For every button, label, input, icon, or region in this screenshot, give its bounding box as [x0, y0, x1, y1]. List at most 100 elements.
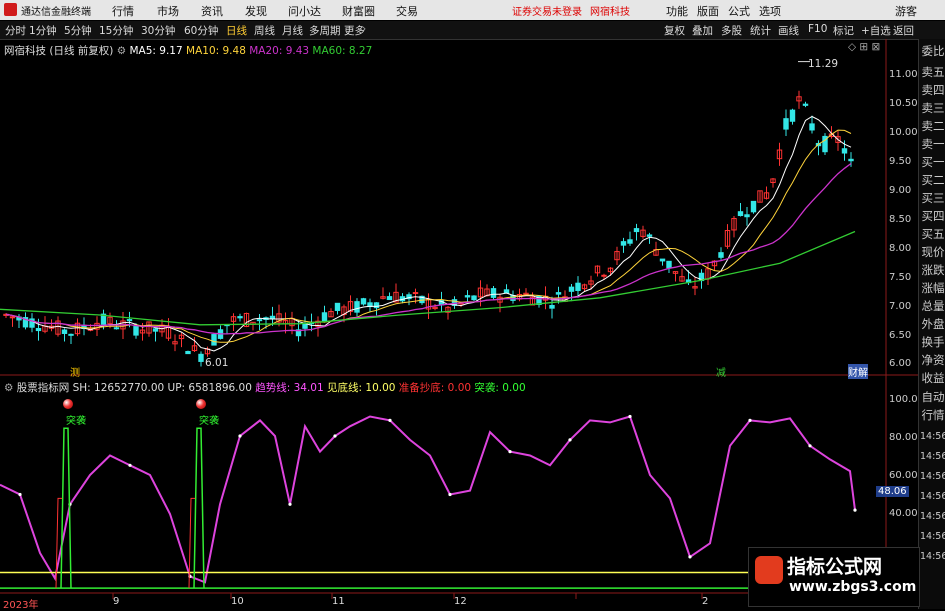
xaxis-label: 12	[454, 596, 467, 607]
menu-item-market[interactable]: 市场	[157, 3, 179, 19]
menu-item-ask[interactable]: 问小达	[288, 3, 321, 19]
rp-item: 买四	[921, 209, 945, 223]
menu-item-discover[interactable]: 发现	[245, 3, 267, 19]
rp-time: 14:56	[920, 451, 945, 462]
menu-item-quotes[interactable]: 行情	[112, 3, 134, 19]
trend-point	[333, 434, 337, 438]
trend-point	[748, 418, 752, 422]
yaxis-label: 10.50	[889, 98, 918, 109]
trend-point	[388, 418, 392, 422]
period-tick[interactable]: 分时	[5, 23, 26, 38]
period-60min[interactable]: 60分钟	[184, 23, 218, 38]
yaxis-label: 6.50	[889, 330, 912, 341]
period-monthly[interactable]: 月线	[282, 23, 303, 38]
event-marker-right[interactable]: 财解	[848, 364, 868, 379]
trend-point	[448, 492, 452, 497]
watermark-url: www.zbgs3.com	[789, 579, 917, 595]
period-5min[interactable]: 5分钟	[64, 23, 92, 38]
rp-item: 买二	[921, 173, 945, 187]
app-logo-icon	[4, 3, 17, 16]
candle-body	[412, 292, 419, 295]
period-1min[interactable]: 1分钟	[29, 23, 57, 38]
stock-chart[interactable]	[0, 39, 918, 609]
candle-body	[666, 260, 672, 269]
xaxis-label: 10	[231, 596, 244, 607]
candle-body	[750, 200, 757, 213]
signal-ball-icon	[196, 399, 206, 409]
candle-body	[198, 353, 204, 362]
tool-adjust[interactable]: 复权	[664, 23, 685, 38]
tool-overlay[interactable]: 叠加	[692, 23, 713, 38]
tool-multi[interactable]: 多股	[721, 23, 742, 38]
moving-average-lines	[0, 61, 856, 352]
rp-item: 卖一	[921, 137, 945, 151]
candle-body	[35, 328, 42, 332]
period-daily[interactable]: 日线	[226, 23, 247, 38]
rp-item: 买一	[921, 155, 945, 169]
rp-time: 14:56	[920, 531, 945, 542]
period-30min[interactable]: 30分钟	[141, 23, 175, 38]
candle-body	[809, 123, 815, 131]
candle-body	[386, 296, 393, 301]
candle-body	[737, 211, 744, 217]
candle-body	[302, 323, 308, 329]
event-marker-left[interactable]: 测	[70, 364, 80, 379]
menu-options[interactable]: 选项	[759, 3, 781, 19]
trend-point	[128, 463, 132, 467]
trend-point	[568, 438, 572, 442]
candle-body	[471, 295, 477, 301]
rp-item: 买五	[921, 227, 945, 241]
more-arrow-icon[interactable]: ›	[362, 23, 366, 35]
rp-item: 买三	[921, 191, 945, 205]
rp-time: 14:56	[920, 491, 945, 502]
candle-body	[783, 118, 789, 130]
yaxis-label: 6.00	[889, 358, 912, 369]
candle-body	[354, 301, 360, 313]
candle-body	[789, 109, 796, 122]
rp-item: 现价	[921, 245, 945, 259]
event-marker-mid[interactable]: 减	[716, 364, 726, 379]
tool-f10[interactable]: F10	[808, 23, 827, 35]
rp-item[interactable]: 行情	[920, 407, 945, 423]
period-multi[interactable]: 多周期	[309, 23, 341, 38]
candle-body	[627, 239, 633, 244]
menu-item-trade[interactable]: 交易	[396, 3, 418, 19]
rp-item: 换手	[921, 335, 945, 349]
ind-yaxis-label: 80.00	[889, 432, 918, 443]
low-price-label: 6.01	[205, 357, 229, 369]
menu-item-news[interactable]: 资讯	[201, 3, 223, 19]
menu-layout[interactable]: 版面	[697, 3, 719, 19]
menu-function[interactable]: 功能	[666, 3, 688, 19]
tool-add-fav[interactable]: +自选	[861, 23, 891, 38]
tool-back[interactable]: 返回	[893, 23, 914, 38]
trend-point	[18, 492, 22, 497]
candle-body	[490, 288, 497, 298]
tool-stats[interactable]: 统计	[750, 23, 771, 38]
candle-body	[211, 334, 217, 346]
ind-yaxis-label: 40.00	[889, 508, 918, 519]
candle-body	[61, 329, 68, 334]
rp-item: 收益	[921, 371, 945, 385]
signal-spike	[193, 427, 205, 589]
period-15min[interactable]: 15分钟	[99, 23, 133, 38]
candle-body	[549, 305, 555, 309]
candle-body	[659, 258, 666, 262]
login-status[interactable]: 证券交易未登录	[512, 3, 582, 18]
axis-ticks	[112, 593, 703, 599]
candle-body	[334, 302, 341, 311]
period-weekly[interactable]: 周线	[254, 23, 275, 38]
candle-body	[185, 350, 191, 355]
rp-item: 涨幅	[921, 281, 945, 295]
guest-link[interactable]: 游客	[895, 3, 917, 19]
menu-formula[interactable]: 公式	[728, 3, 750, 19]
candle-body	[744, 214, 750, 218]
rp-item: 卖五	[921, 65, 945, 79]
menu-item-wealth[interactable]: 财富圈	[342, 3, 375, 19]
xaxis-label: 9	[113, 596, 120, 607]
tool-mark[interactable]: 标记	[833, 23, 854, 38]
yaxis-label: 10.00	[889, 127, 918, 138]
rp-item[interactable]: 自动	[920, 389, 945, 405]
yaxis-label: 11.00	[889, 69, 918, 80]
tool-draw[interactable]: 画线	[778, 23, 799, 38]
trend-point	[508, 450, 512, 454]
